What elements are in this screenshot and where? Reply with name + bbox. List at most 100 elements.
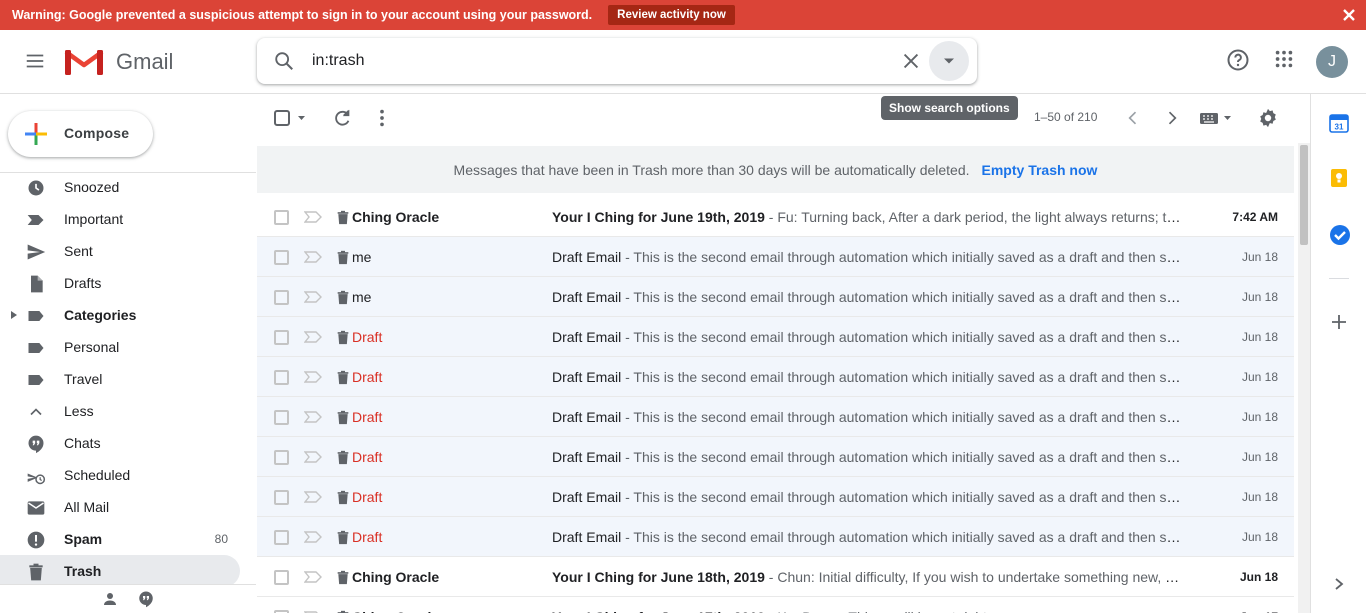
input-tools-keyboard-icon[interactable] bbox=[1199, 110, 1233, 126]
search-input[interactable] bbox=[312, 48, 872, 74]
scrollbar[interactable] bbox=[1298, 143, 1310, 613]
email-row[interactable]: Draft Draft Email - This is the second em… bbox=[257, 477, 1294, 517]
email-snippet: - This is the second email through autom… bbox=[621, 369, 1182, 385]
row-checkbox[interactable] bbox=[274, 210, 289, 225]
important-marker-icon[interactable] bbox=[304, 251, 322, 263]
email-message: Draft Email - This is the second email t… bbox=[552, 409, 1182, 425]
sidebar-item-all-mail[interactable]: All Mail bbox=[0, 491, 240, 523]
review-activity-button[interactable]: Review activity now bbox=[608, 5, 735, 25]
important-marker-icon[interactable] bbox=[304, 211, 322, 223]
sidebar-item-label: Categories bbox=[64, 307, 137, 323]
row-checkbox[interactable] bbox=[274, 330, 289, 345]
important-marker-icon[interactable] bbox=[304, 371, 322, 383]
email-date: Jun 18 bbox=[1241, 250, 1278, 264]
important-marker-icon[interactable] bbox=[304, 411, 322, 423]
expand-caret-icon[interactable] bbox=[10, 310, 18, 320]
email-subject: Draft Email bbox=[552, 329, 622, 345]
important-marker-icon[interactable] bbox=[304, 451, 322, 463]
row-checkbox[interactable] bbox=[274, 370, 289, 385]
sidebar-item-categories[interactable]: Categories bbox=[0, 299, 240, 331]
important-marker-icon[interactable] bbox=[304, 291, 322, 303]
email-row[interactable]: Draft Draft Email - This is the second em… bbox=[257, 437, 1294, 477]
email-row[interactable]: Draft Draft Email - This is the second em… bbox=[257, 357, 1294, 397]
avatar[interactable]: J bbox=[1316, 46, 1348, 78]
email-subject: Draft Email bbox=[552, 409, 622, 425]
compose-button[interactable]: Compose bbox=[8, 111, 153, 157]
important-marker-icon[interactable] bbox=[304, 571, 322, 583]
important-marker-icon[interactable] bbox=[304, 491, 322, 503]
calendar-icon[interactable]: 31 bbox=[1329, 113, 1349, 133]
sidebar-item-drafts[interactable]: Drafts bbox=[0, 267, 240, 299]
tasks-icon[interactable] bbox=[1329, 224, 1351, 246]
trash-icon bbox=[335, 409, 351, 426]
sidebar-item-label: Drafts bbox=[64, 275, 102, 291]
email-date: Jun 18 bbox=[1241, 490, 1278, 504]
email-row[interactable]: Ching Oracle Your I Ching for June 18th, … bbox=[257, 557, 1294, 597]
row-checkbox[interactable] bbox=[274, 450, 289, 465]
email-row[interactable]: Draft Draft Email - This is the second em… bbox=[257, 517, 1294, 557]
clear-search-icon[interactable] bbox=[900, 50, 922, 72]
sidebar-item-chats[interactable]: Chats bbox=[0, 427, 240, 459]
email-row[interactable]: me Draft Email - This is the second email… bbox=[257, 237, 1294, 277]
sidebar-item-scheduled[interactable]: Scheduled bbox=[0, 459, 240, 491]
important-marker-icon[interactable] bbox=[304, 531, 322, 543]
older-chevron-right-icon[interactable] bbox=[1162, 108, 1182, 128]
sidebar-item-sent[interactable]: Sent bbox=[0, 235, 240, 267]
email-message: Draft Email - This is the second email t… bbox=[552, 449, 1182, 465]
row-checkbox[interactable] bbox=[274, 250, 289, 265]
select-all-checkbox[interactable] bbox=[274, 110, 308, 126]
hangouts-icon[interactable] bbox=[137, 590, 155, 608]
email-subject: Draft Email bbox=[552, 249, 622, 265]
app-name[interactable]: Gmail bbox=[116, 49, 173, 75]
empty-trash-link[interactable]: Empty Trash now bbox=[982, 162, 1098, 178]
close-icon[interactable] bbox=[1342, 8, 1356, 22]
sidebar-item-label: Important bbox=[64, 211, 124, 227]
email-snippet: - This is the second email through autom… bbox=[621, 249, 1182, 265]
row-checkbox[interactable] bbox=[274, 530, 289, 545]
search-icon[interactable] bbox=[273, 50, 295, 72]
email-snippet: - Ku: Decay. Things will be set right bbox=[765, 609, 987, 613]
sidebar-item-personal[interactable]: Personal bbox=[0, 331, 240, 363]
help-icon[interactable] bbox=[1226, 48, 1250, 72]
email-snippet: - This is the second email through autom… bbox=[621, 489, 1182, 505]
sidebar-item-important[interactable]: Important bbox=[0, 203, 240, 235]
newer-chevron-left-icon[interactable] bbox=[1123, 108, 1143, 128]
chat-icon bbox=[26, 434, 46, 454]
contacts-icon[interactable] bbox=[101, 590, 119, 608]
show-search-options-button[interactable] bbox=[929, 41, 969, 81]
gmail-logo-icon[interactable] bbox=[64, 46, 104, 76]
scrollbar-thumb[interactable] bbox=[1300, 145, 1308, 245]
email-subject: Draft Email bbox=[552, 369, 622, 385]
keep-icon[interactable] bbox=[1329, 168, 1349, 188]
clock-icon bbox=[26, 178, 46, 198]
row-checkbox[interactable] bbox=[274, 570, 289, 585]
sidebar-item-trash[interactable]: Trash bbox=[0, 555, 240, 587]
apps-grid-icon[interactable] bbox=[1273, 48, 1295, 70]
email-row[interactable]: Ching Oracle Your I Ching for June 17th, … bbox=[257, 597, 1294, 613]
email-row[interactable]: me Draft Email - This is the second email… bbox=[257, 277, 1294, 317]
settings-gear-icon[interactable] bbox=[1257, 107, 1279, 129]
row-checkbox[interactable] bbox=[274, 290, 289, 305]
email-row[interactable]: Draft Draft Email - This is the second em… bbox=[257, 317, 1294, 357]
spam-icon bbox=[26, 530, 46, 550]
more-options-icon[interactable] bbox=[371, 107, 393, 129]
get-addons-plus-icon[interactable] bbox=[1331, 314, 1347, 330]
important-marker-icon[interactable] bbox=[304, 331, 322, 343]
sidebar-item-less[interactable]: Less bbox=[0, 395, 240, 427]
sidebar-item-travel[interactable]: Travel bbox=[0, 363, 240, 395]
svg-text:31: 31 bbox=[1335, 123, 1344, 132]
refresh-icon[interactable] bbox=[331, 107, 353, 129]
sidebar-item-snoozed[interactable]: Snoozed bbox=[0, 171, 240, 203]
email-row[interactable]: Draft Draft Email - This is the second em… bbox=[257, 397, 1294, 437]
trash-icon bbox=[335, 569, 351, 586]
row-checkbox[interactable] bbox=[274, 490, 289, 505]
email-message: Draft Email - This is the second email t… bbox=[552, 289, 1182, 305]
sidebar-footer bbox=[0, 584, 256, 613]
mail-icon bbox=[26, 498, 46, 518]
main-menu-icon[interactable] bbox=[24, 50, 46, 72]
sidebar-item-spam[interactable]: Spam 80 bbox=[0, 523, 240, 555]
row-checkbox[interactable] bbox=[274, 410, 289, 425]
expand-panel-chevron-icon[interactable] bbox=[1333, 577, 1345, 591]
email-row[interactable]: Ching Oracle Your I Ching for June 19th, … bbox=[257, 197, 1294, 237]
email-date: Jun 18 bbox=[1241, 410, 1278, 424]
